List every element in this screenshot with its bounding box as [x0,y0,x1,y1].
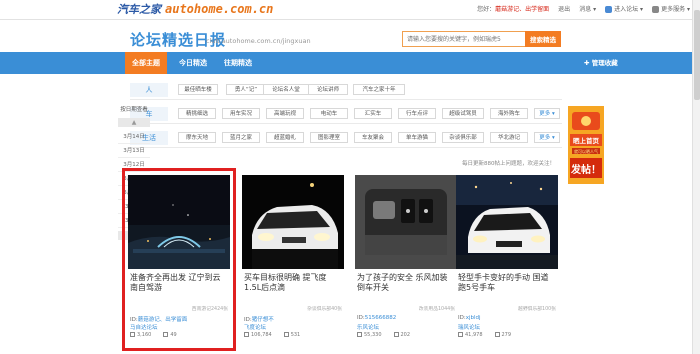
tag-item[interactable]: 图影理室 [310,132,348,143]
tag-item[interactable]: 电动车 [310,108,348,119]
post-card[interactable]: 轻型手卡变好的手动 国道跑5号手车 越野俱乐部100张 ID:xjbldj 瑞风… [456,175,558,343]
tag-item[interactable]: 精挑细选 [178,108,216,119]
views-icon [458,332,463,337]
grid-icon [652,6,660,13]
replies-count: 202 [393,332,410,338]
promo-line2: 就可以晒人气 [574,149,598,154]
post-title[interactable]: 买车目标很明确 提飞度1.5L后点滴 [244,273,342,293]
tag-item[interactable]: 车友聚会 [354,132,392,143]
tag-item[interactable]: 汇实车 [354,108,392,119]
messages-link[interactable]: 消息 ▾ [579,4,596,13]
replies-icon [494,332,500,337]
views-count: 106,784 [244,332,272,338]
top-bar: 汽车之家 autohome.com.cn 您好：蘑菇游记、出学留面 退出 消息 … [0,0,700,20]
category-label: 人 [130,83,168,97]
search-input[interactable] [402,31,525,47]
post-category: 改装用品1044张 [418,307,455,312]
post-title[interactable]: 轻型手卡变好的手动 国道跑5号手车 [458,273,556,293]
post-card[interactable]: 为了孩子的安全 乐风加装倒车开关 改装用品1044张 ID:515666882 … [355,175,457,343]
tag-item[interactable]: 摩东天地 [178,132,216,143]
post-author: ID:515666882 [357,315,397,321]
post-image[interactable] [456,175,558,269]
tag-item[interactable]: 论坛讲师 [308,84,348,95]
post-stats: 41,978 279 [458,332,511,338]
post-image[interactable] [355,175,457,269]
category-row-cars: 车 精挑细选 用车实况 高端玩视 电动车 汇实车 行车点评 超级试驾员 海外购车… [130,104,562,124]
category-row-people: 人 最佳晒车楼 勇人“记” 论坛名人堂 论坛讲师 汽车之家十年 [130,80,562,100]
views-count: 41,978 [458,332,483,338]
site-logo[interactable]: 汽车之家 autohome.com.cn [117,2,273,16]
views-icon [244,332,249,337]
forum-icon [605,6,613,13]
tag-item[interactable]: 行车点评 [398,108,436,119]
date-header: 按日期查看 [120,107,148,113]
favorites-button[interactable]: ✚ 管理收藏 [584,52,618,74]
tag-item[interactable]: 高端玩视 [266,108,304,119]
tag-item[interactable]: 勇人“记” [226,84,266,95]
promo-line1: 晒上首页 [573,137,599,145]
selection-highlight [122,168,236,351]
search-button[interactable]: 搜索精选 [525,31,561,47]
tag-item[interactable]: 超级试驾员 [442,108,484,119]
post-title[interactable]: 为了孩子的安全 乐风加装倒车开关 [357,273,455,293]
greeting-text: 您好：蘑菇游记、出学留面 [477,6,550,13]
post-forum[interactable]: 乐风论坛 [357,323,379,331]
tag-item[interactable]: 杂谈俱乐部 [442,132,484,143]
post-stats: 55,330 202 [357,332,410,338]
replies-count: 279 [494,332,511,338]
post-stats: 106,784 531 [244,332,300,338]
page-header: 论坛精选日报 club.autohome.com.cn/jingxuan 搜索精… [130,29,570,51]
date-item[interactable]: 3月14日 [118,130,150,144]
post-card[interactable]: 买车目标很明确 提飞度1.5L后点滴 杂谈俱乐部40张 ID:猪仔想不 飞度论坛… [242,175,344,343]
post-author: ID:xjbldj [458,315,481,321]
tag-item[interactable]: 华北游记 [490,132,528,143]
tab-all-topics[interactable]: 全部主题 [125,52,167,74]
page-scrollbar[interactable] [692,0,700,354]
views-icon [357,332,362,337]
promo-big-text: 发帖！ [571,165,601,176]
promo-banner[interactable]: 晒上首页 就可以晒人气 发帖！ [568,106,604,184]
more-apps-link[interactable]: 更多服务 ▾ [652,4,690,13]
logo-text: 汽车之家 [117,3,161,16]
post-forum[interactable]: 瑞风论坛 [458,323,480,331]
username-link[interactable]: 蘑菇游记、出学留面 [495,6,549,13]
more-tags-button[interactable]: 更多 ▾ [534,132,560,143]
replies-count: 531 [283,332,300,338]
tag-item[interactable]: 蓝月之家 [222,132,260,143]
tag-item[interactable]: 汽车之家十年 [353,84,405,95]
replies-icon [283,332,289,337]
category-row-life: 生活 摩东天地 蓝月之家 超蓝婚礼 图影理室 车友聚会 单车游猫 杂谈俱乐部 华… [130,128,562,148]
date-up-arrow-icon[interactable]: ▲ [118,118,150,127]
post-image[interactable] [242,175,344,269]
post-forum[interactable]: 飞度论坛 [244,323,266,331]
replies-icon [393,332,399,337]
more-tags-button[interactable]: 更多 ▾ [534,108,560,119]
enter-forum-link[interactable]: 进入论坛 ▾ [605,4,643,13]
post-category: 杂谈俱乐部40张 [307,307,342,312]
post-author: ID:猪仔想不 [244,317,274,323]
logout-link[interactable]: 退出 [558,4,570,13]
scrollbar-thumb[interactable] [694,10,700,100]
date-item[interactable]: 3月13日 [118,144,150,158]
tab-today[interactable]: 今日精选 [173,52,213,74]
main-nav: 全部主题 今日精选 往期精选 ✚ 管理收藏 [0,52,700,74]
tag-item[interactable]: 用车实况 [222,108,260,119]
logo-domain: autohome.com.cn [165,2,274,16]
top-right-links: 您好：蘑菇游记、出学留面 退出 消息 ▾ 进入论坛 ▾ 更多服务 ▾ [477,4,690,13]
update-notice: 每日更新880帖上问题题，欢迎关注！ [462,161,555,167]
tag-item[interactable]: 超蓝婚礼 [266,132,304,143]
post-category: 越野俱乐部100张 [518,307,556,312]
tab-past[interactable]: 往期精选 [218,52,258,74]
page-url: club.autohome.com.cn/jingxuan [206,37,311,45]
views-count: 55,330 [357,332,382,338]
tag-item[interactable]: 单车游猫 [398,132,436,143]
search-box: 搜索精选 [402,31,653,47]
tag-item[interactable]: 论坛名人堂 [263,84,309,95]
tag-item[interactable]: 最佳晒车楼 [178,84,218,95]
tag-item[interactable]: 海外购车 [490,108,528,119]
